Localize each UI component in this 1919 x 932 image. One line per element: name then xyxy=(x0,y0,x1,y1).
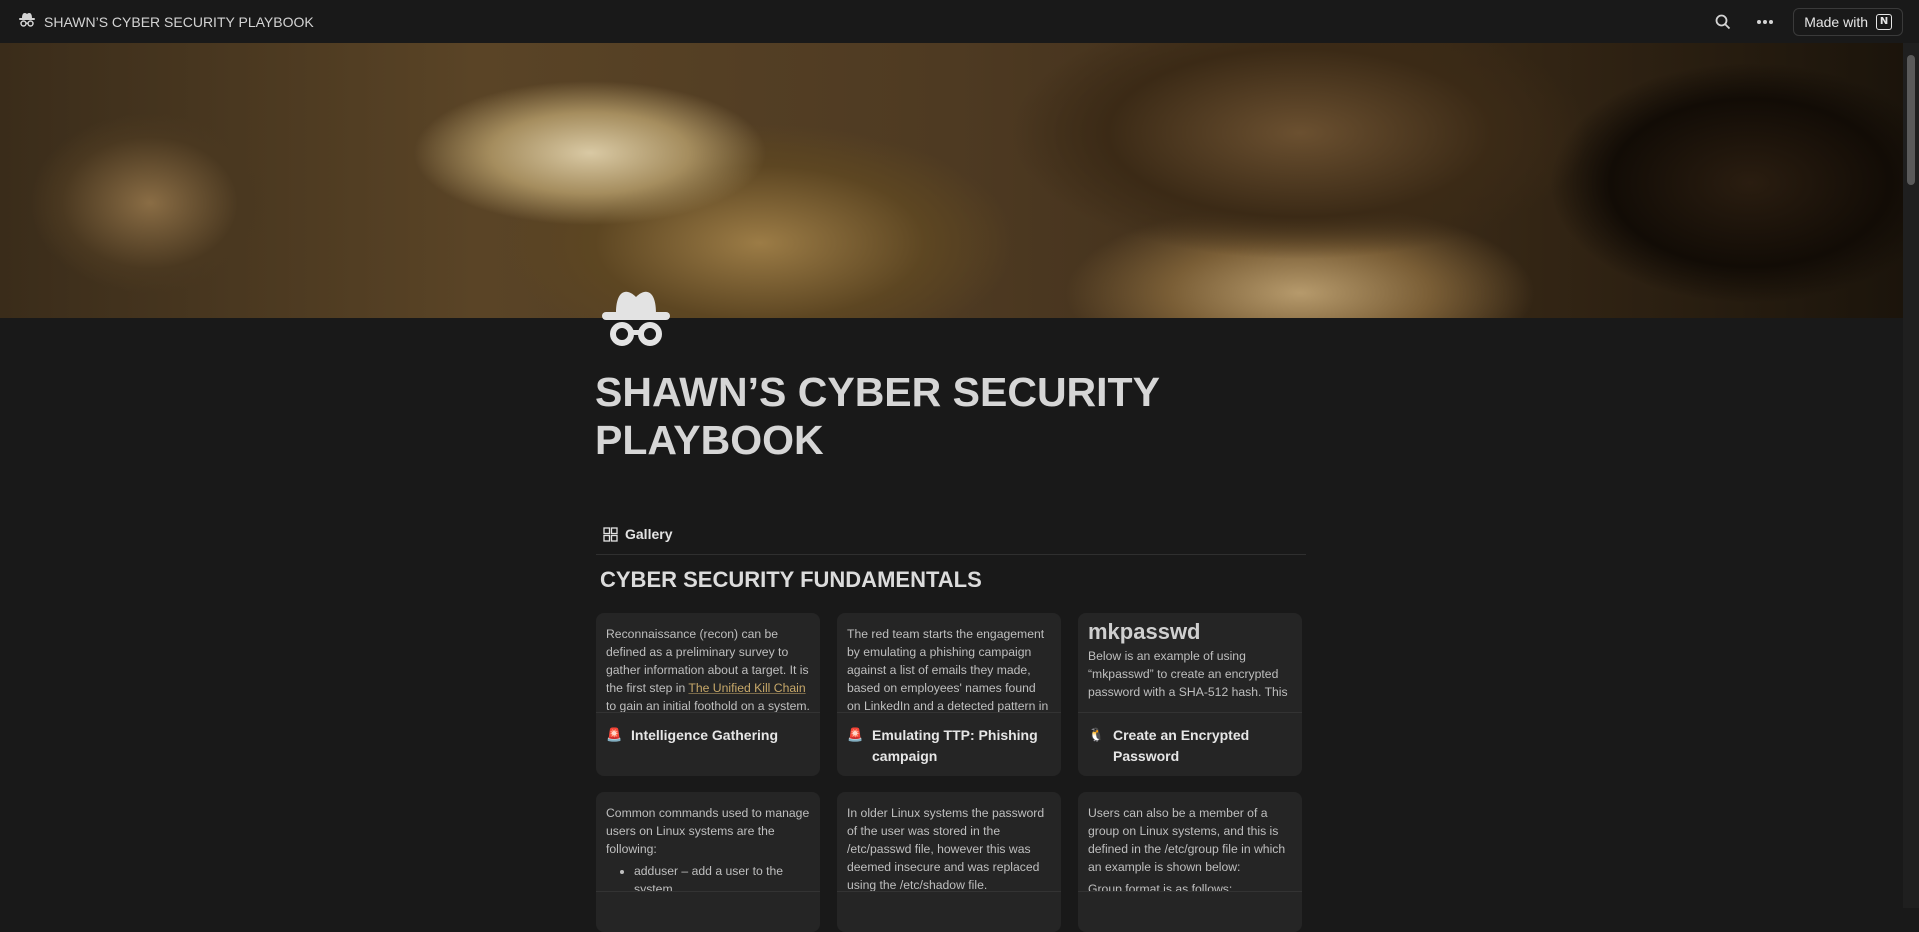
card-preview: The red team starts the engagement by em… xyxy=(837,613,1061,713)
rotating-light-icon: 🚨 xyxy=(847,727,864,742)
card-preview: Common commands used to manage users on … xyxy=(596,792,820,892)
card-title[interactable]: Intelligence Gathering xyxy=(631,725,778,746)
divider xyxy=(596,554,1306,555)
card-preview-text: to gain an initial foothold on a system. xyxy=(606,699,810,713)
notion-logo-icon: N xyxy=(1876,13,1892,30)
card-preview-text: In older Linux systems the password of t… xyxy=(847,806,1045,892)
gallery-card[interactable]: In older Linux systems the password of t… xyxy=(837,792,1061,932)
card-preview-text: The red team starts the engagement by em… xyxy=(847,627,1049,713)
card-preview: Reconnaissance (recon) can be defined as… xyxy=(596,613,820,713)
top-bar: SHAWN’S CYBER SECURITY PLAYBOOK Made wit… xyxy=(0,0,1919,43)
gallery-card[interactable]: Common commands used to manage users on … xyxy=(596,792,820,932)
gallery-card[interactable]: Users can also be a member of a group on… xyxy=(1078,792,1302,932)
tab-gallery-label: Gallery xyxy=(625,526,673,542)
card-preview: mkpasswd Below is an example of using “m… xyxy=(1078,613,1302,713)
breadcrumb-title[interactable]: SHAWN’S CYBER SECURITY PLAYBOOK xyxy=(44,14,314,30)
search-icon xyxy=(1715,14,1731,29)
gallery-card[interactable]: The red team starts the engagement by em… xyxy=(837,613,1061,776)
tab-gallery[interactable]: Gallery xyxy=(603,526,672,542)
card-preview-extra: Group format is as follows: xyxy=(1088,882,1233,892)
penguin-icon: 🐧 xyxy=(1088,727,1105,742)
card-preview: In older Linux systems the password of t… xyxy=(837,792,1061,892)
card-preview-link[interactable]: The Unified Kill Chain xyxy=(688,681,805,695)
card-title[interactable]: Emulating TTP: Phishing campaign xyxy=(872,725,1051,767)
cover-image xyxy=(0,43,1903,318)
card-preview-text: Common commands used to manage users on … xyxy=(606,806,810,856)
search-button[interactable] xyxy=(1709,8,1737,36)
gallery-card[interactable]: mkpasswd Below is an example of using “m… xyxy=(1078,613,1302,776)
rotating-light-icon: 🚨 xyxy=(606,727,623,742)
gallery-grid-icon xyxy=(603,526,618,542)
card-preview-text: Below is an example of using “mkpasswd” … xyxy=(1088,649,1288,699)
more-icon xyxy=(1757,19,1774,24)
card-preview-text: Users can also be a member of a group on… xyxy=(1088,806,1286,874)
spy-icon xyxy=(18,11,36,32)
card-preview-bullet: adduser – add a user to the system xyxy=(634,862,810,891)
gallery-card[interactable]: Reconnaissance (recon) can be defined as… xyxy=(596,613,820,776)
more-options-button[interactable] xyxy=(1751,8,1779,36)
made-with-label: Made with xyxy=(1804,13,1868,30)
card-preview: Users can also be a member of a group on… xyxy=(1078,792,1302,892)
page-title: SHAWN’S CYBER SECURITY PLAYBOOK xyxy=(595,369,1160,463)
scrollbar[interactable] xyxy=(1903,43,1919,908)
card-preview-heading: mkpasswd xyxy=(1088,619,1201,644)
page-spy-icon[interactable] xyxy=(600,285,672,347)
scrollbar-thumb[interactable] xyxy=(1907,55,1915,185)
card-title[interactable]: Create an Encrypted Password xyxy=(1113,725,1292,767)
made-with-notion-button[interactable]: Made with N xyxy=(1793,7,1903,36)
breadcrumb[interactable]: SHAWN’S CYBER SECURITY PLAYBOOK xyxy=(0,11,314,32)
section-title: CYBER SECURITY FUNDAMENTALS xyxy=(600,567,982,592)
